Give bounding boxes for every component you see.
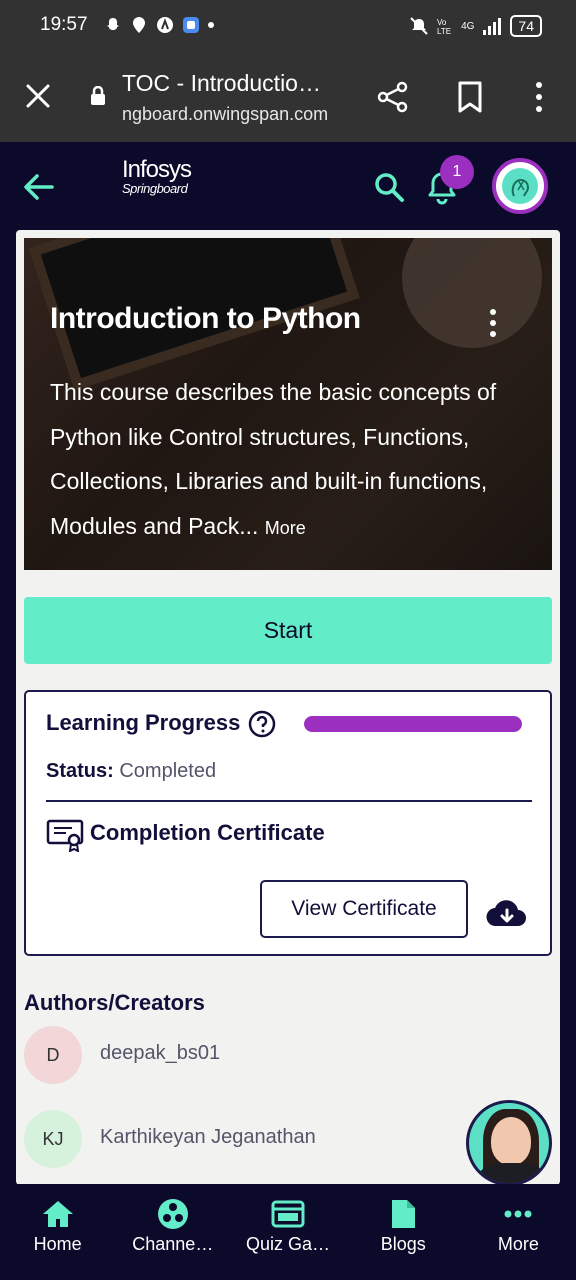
more-link[interactable]: More	[265, 518, 306, 538]
course-description-text: This course describes the basic concepts…	[50, 379, 497, 539]
status-label: Status:	[46, 760, 114, 782]
course-description: This course describes the basic concepts…	[50, 370, 540, 550]
learning-progress-card: Learning Progress Status: Completed Comp…	[24, 690, 552, 956]
author-avatar: KJ	[24, 1110, 82, 1168]
certificate-title: Completion Certificate	[90, 820, 325, 845]
progress-bar	[304, 716, 522, 732]
nav-blogs-label: Blogs	[380, 1234, 426, 1254]
status-bar: 19:57 Vo LTE 4G 74	[0, 0, 576, 52]
certificate-icon	[46, 819, 84, 852]
cloud-download-icon[interactable]	[486, 898, 528, 930]
author-avatar: D	[24, 1026, 82, 1084]
status-value: Completed	[119, 760, 217, 782]
nav-quiz-label: Quiz Ga…	[245, 1234, 331, 1254]
search-icon[interactable]	[372, 170, 406, 204]
author-name: Karthikeyan Jeganathan	[100, 1126, 316, 1148]
quiz-icon	[271, 1200, 305, 1228]
nav-blogs[interactable]: Blogs	[346, 1184, 461, 1280]
browser-url[interactable]: ngboard.onwingspan.com	[122, 104, 328, 125]
nav-home[interactable]: Home	[0, 1184, 115, 1280]
mute-icon	[410, 17, 428, 35]
volte-icon: VoLTE	[437, 18, 451, 36]
profile-avatar-icon	[502, 168, 538, 204]
app-header: Infosys Springboard	[0, 142, 576, 230]
bottom-navigation: Home Channe… Quiz Ga… Blogs More	[0, 1184, 576, 1280]
notification-icons	[104, 16, 214, 34]
system-icons: Vo LTE 4G 74	[409, 15, 542, 37]
lock-icon	[91, 86, 105, 105]
browser-tab-title: TOC - Introductio…	[122, 70, 321, 96]
assistant-avatar[interactable]	[466, 1100, 552, 1186]
close-icon[interactable]	[24, 82, 52, 110]
status-time: 19:57	[40, 14, 88, 35]
browser-menu-icon[interactable]	[528, 80, 550, 114]
nav-quiz-games[interactable]: Quiz Ga…	[230, 1184, 345, 1280]
start-button[interactable]: Start	[24, 597, 552, 664]
nav-more-label: More	[497, 1234, 539, 1254]
author-name: deepak_bs01	[100, 1042, 221, 1064]
home-icon	[42, 1201, 73, 1227]
nav-more[interactable]: More	[461, 1184, 576, 1280]
battery-indicator: 74	[510, 15, 542, 37]
view-certificate-button[interactable]: View Certificate	[260, 880, 468, 938]
network-type-label: 4G	[461, 20, 475, 32]
nav-home-label: Home	[33, 1234, 82, 1254]
signal-icon	[483, 18, 502, 35]
app-icon	[156, 16, 174, 34]
logo-line1: Infosys	[122, 156, 192, 183]
divider	[46, 800, 532, 802]
nav-channels[interactable]: Channe…	[115, 1184, 230, 1280]
svg-text:LTE: LTE	[437, 27, 451, 36]
snapchat-icon	[104, 16, 122, 34]
learning-progress-label: Learning Progress	[46, 710, 241, 735]
status-line: Status: Completed	[46, 760, 216, 783]
share-icon[interactable]	[376, 80, 410, 114]
more-dots-icon	[504, 1210, 532, 1218]
progress-fill	[304, 716, 522, 732]
app-square-icon	[182, 16, 200, 34]
blog-icon	[392, 1200, 416, 1228]
course-options-icon[interactable]	[486, 308, 500, 338]
logo-line2: Springboard	[122, 181, 188, 196]
course-content: Introduction to Python This course descr…	[16, 230, 560, 1185]
notification-badge[interactable]: 1	[440, 155, 474, 189]
bookmark-icon[interactable]	[456, 80, 484, 114]
more-notifications-icon	[208, 22, 214, 28]
author-row[interactable]: KJ Karthikeyan Jeganathan	[24, 1110, 524, 1170]
authors-title: Authors/Creators	[24, 990, 205, 1015]
course-title: Introduction to Python	[50, 302, 361, 335]
browser-toolbar: TOC - Introductio… ngboard.onwingspan.co…	[0, 52, 576, 142]
channels-icon	[157, 1199, 188, 1229]
help-icon[interactable]	[248, 710, 276, 738]
back-arrow-icon[interactable]	[22, 172, 56, 202]
author-row[interactable]: D deepak_bs01	[24, 1026, 524, 1086]
profile-avatar[interactable]	[492, 158, 548, 214]
svg-text:Vo: Vo	[437, 18, 447, 27]
course-hero-banner: Introduction to Python This course descr…	[24, 238, 552, 570]
location-icon	[130, 16, 148, 34]
infosys-springboard-logo[interactable]: Infosys Springboard	[122, 156, 192, 196]
nav-channels-label: Channe…	[132, 1234, 214, 1254]
